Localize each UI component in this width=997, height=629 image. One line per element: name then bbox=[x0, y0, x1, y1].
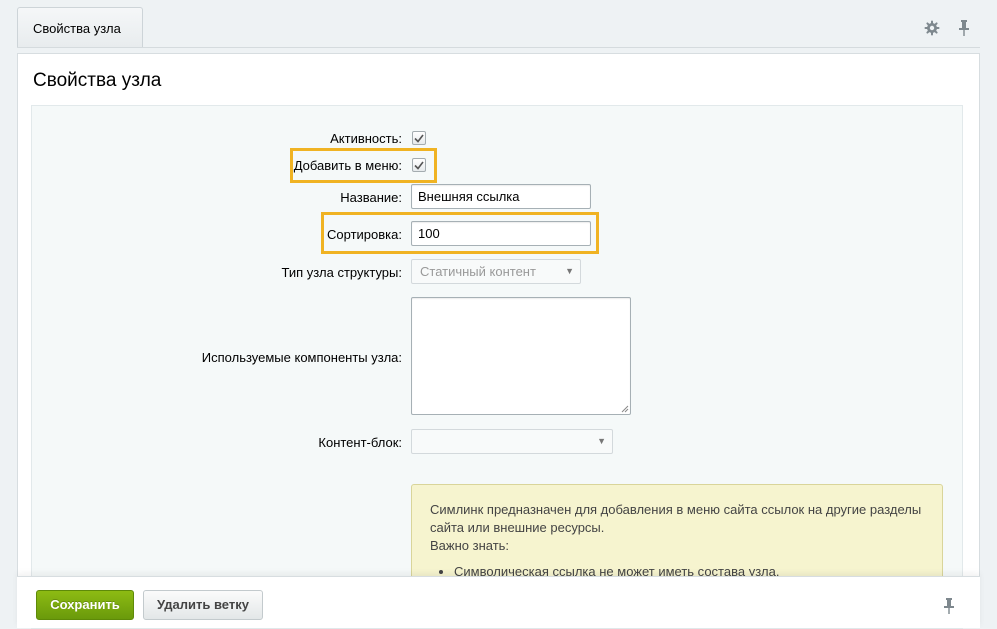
delete-branch-button[interactable]: Удалить ветку bbox=[143, 590, 263, 620]
name-input[interactable]: Внешняя ссылка bbox=[411, 184, 591, 209]
node-properties-panel: Свойства узла Активность: Добавить в мен… bbox=[17, 53, 980, 629]
node-type-value: Статичный контент bbox=[420, 264, 536, 279]
footer-bar: Сохранить Удалить ветку bbox=[17, 576, 980, 628]
tab-divider bbox=[17, 47, 980, 48]
form-area: Активность: Добавить в меню: Название: В… bbox=[31, 105, 963, 629]
name-label: Название: bbox=[340, 190, 402, 205]
page-title: Свойства узла bbox=[33, 70, 162, 91]
components-textarea[interactable] bbox=[411, 297, 631, 415]
pin-icon[interactable] bbox=[955, 19, 973, 37]
hint-text: Симлинк предназначен для добавления в ме… bbox=[430, 502, 922, 535]
resize-handle-icon[interactable] bbox=[621, 405, 629, 413]
tab-node-properties[interactable]: Свойства узла bbox=[17, 7, 143, 47]
chevron-down-icon: ▼ bbox=[597, 436, 606, 446]
add-menu-checkbox[interactable] bbox=[412, 158, 426, 172]
sort-label: Сортировка: bbox=[327, 227, 402, 242]
hint-important: Важно знать: bbox=[430, 538, 510, 553]
gear-icon[interactable] bbox=[923, 19, 941, 37]
symlink-hint: Симлинк предназначен для добавления в ме… bbox=[411, 484, 943, 584]
content-block-label: Контент-блок: bbox=[318, 435, 402, 450]
save-button[interactable]: Сохранить bbox=[36, 590, 134, 620]
content-block-select[interactable]: ▼ bbox=[411, 429, 613, 454]
components-label: Используемые компоненты узла: bbox=[201, 350, 402, 365]
active-label: Активность: bbox=[330, 131, 402, 146]
add-menu-label: Добавить в меню: bbox=[293, 158, 402, 173]
chevron-down-icon: ▼ bbox=[565, 266, 574, 276]
active-checkbox[interactable] bbox=[412, 131, 426, 145]
node-type-select[interactable]: Статичный контент ▼ bbox=[411, 259, 581, 284]
node-type-label: Тип узла структуры: bbox=[281, 265, 402, 280]
sort-input[interactable]: 100 bbox=[411, 221, 591, 246]
pin-icon[interactable] bbox=[943, 597, 955, 618]
